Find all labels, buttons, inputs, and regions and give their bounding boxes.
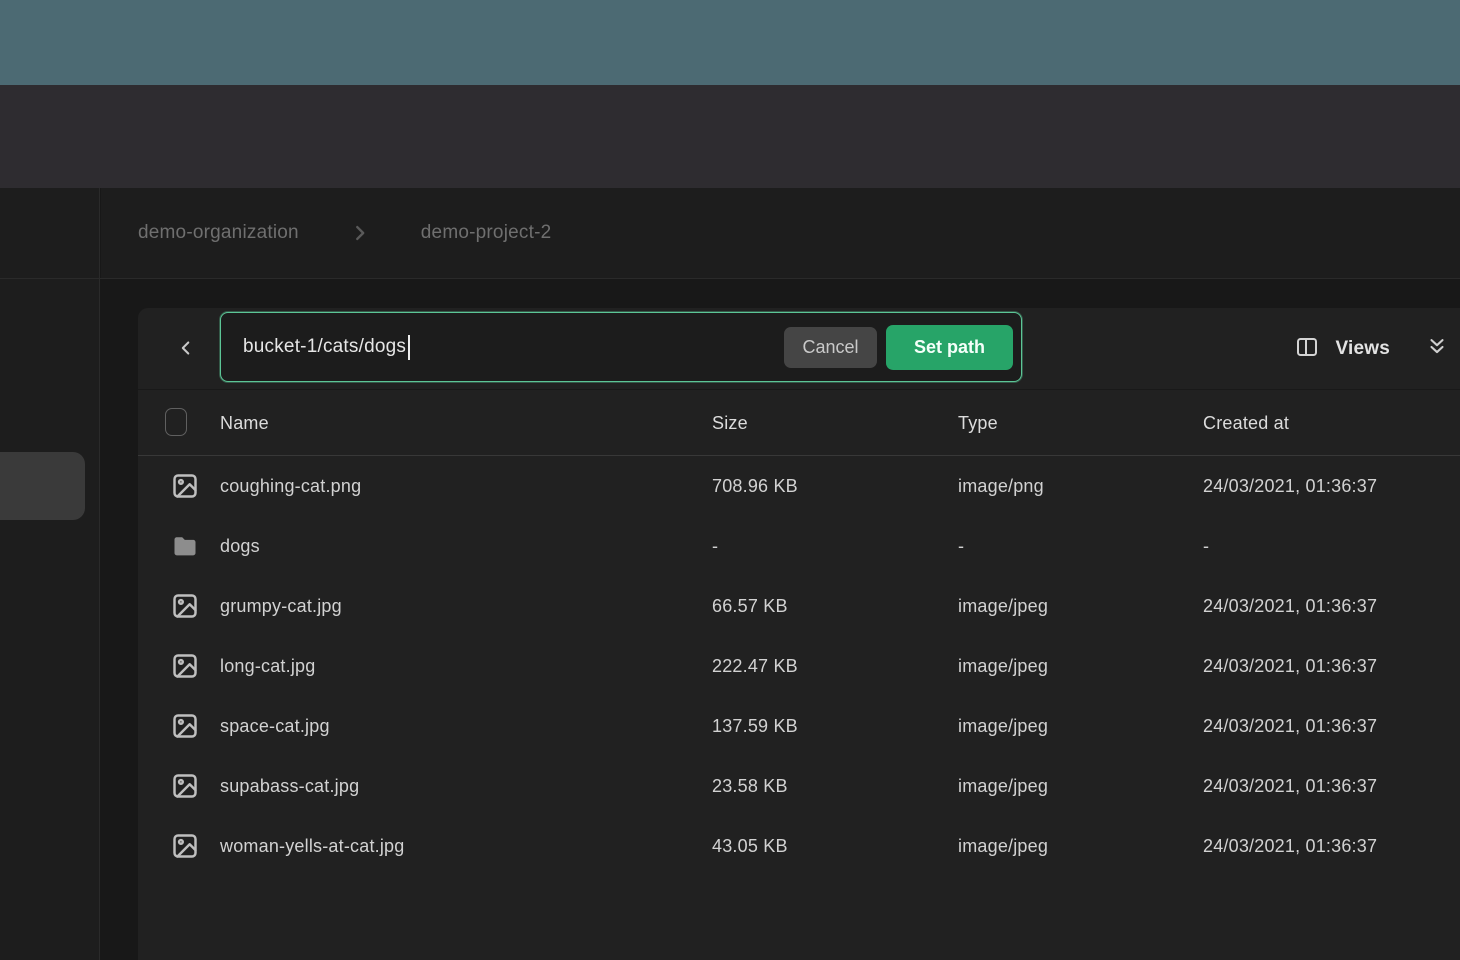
image-icon	[169, 830, 201, 862]
screen: demo-organization demo-project-2 bucket-…	[0, 0, 1460, 960]
file-size: 137.59 KB	[712, 696, 798, 756]
file-created-at: 24/03/2021, 01:36:37	[1203, 456, 1377, 516]
file-size: 43.05 KB	[712, 816, 788, 876]
sidebar-item-highlight[interactable]	[0, 452, 85, 520]
path-input[interactable]: bucket-1/cats/dogs Cancel Set path	[220, 312, 1022, 382]
header-name: Name	[220, 390, 269, 456]
table-header: Name Size Type Created at	[138, 390, 1460, 456]
chevron-right-icon	[349, 222, 371, 244]
file-created-at: 24/03/2021, 01:36:37	[1203, 756, 1377, 816]
views-button[interactable]: Views	[1295, 308, 1390, 390]
select-all-checkbox[interactable]	[165, 408, 187, 436]
views-label: Views	[1335, 338, 1390, 360]
file-name: woman-yells-at-cat.jpg	[220, 816, 404, 876]
header-type: Type	[958, 390, 998, 456]
breadcrumb-org[interactable]: demo-organization	[138, 222, 299, 244]
text-caret	[408, 335, 410, 360]
sidebar	[0, 188, 100, 960]
file-name: grumpy-cat.jpg	[220, 576, 342, 636]
file-size: -	[712, 516, 718, 576]
file-created-at: -	[1203, 516, 1209, 576]
file-size: 66.57 KB	[712, 576, 788, 636]
header-size: Size	[712, 390, 748, 456]
table-row[interactable]: coughing-cat.png 708.96 KB image/png 24/…	[138, 456, 1460, 516]
image-icon	[169, 650, 201, 682]
explorer-toolbar: bucket-1/cats/dogs Cancel Set path Views	[138, 308, 1460, 390]
file-type: image/jpeg	[958, 696, 1048, 756]
table-row[interactable]: woman-yells-at-cat.jpg 43.05 KB image/jp…	[138, 816, 1460, 876]
table-row[interactable]: long-cat.jpg 222.47 KB image/jpeg 24/03/…	[138, 636, 1460, 696]
image-icon	[169, 770, 201, 802]
divider-line	[0, 278, 1460, 279]
image-icon	[169, 710, 201, 742]
table-body: coughing-cat.png 708.96 KB image/png 24/…	[138, 456, 1460, 876]
file-explorer-panel: bucket-1/cats/dogs Cancel Set path Views	[138, 308, 1460, 960]
breadcrumb-project[interactable]: demo-project-2	[421, 222, 552, 244]
back-button[interactable]	[166, 330, 206, 370]
cancel-button[interactable]: Cancel	[784, 327, 877, 368]
breadcrumb: demo-organization demo-project-2	[101, 188, 1460, 278]
table-row[interactable]: grumpy-cat.jpg 66.57 KB image/jpeg 24/03…	[138, 576, 1460, 636]
file-created-at: 24/03/2021, 01:36:37	[1203, 636, 1377, 696]
file-name: long-cat.jpg	[220, 636, 315, 696]
file-size: 708.96 KB	[712, 456, 798, 516]
file-name: space-cat.jpg	[220, 696, 330, 756]
file-type: image/jpeg	[958, 756, 1048, 816]
file-type: image/jpeg	[958, 576, 1048, 636]
file-created-at: 24/03/2021, 01:36:37	[1203, 816, 1377, 876]
header-created-at: Created at	[1203, 390, 1289, 456]
chevrons-down-icon	[1426, 336, 1448, 363]
table-row[interactable]: supabass-cat.jpg 23.58 KB image/jpeg 24/…	[138, 756, 1460, 816]
file-type: image/png	[958, 456, 1044, 516]
table-row[interactable]: dogs - - -	[138, 516, 1460, 576]
app-area: demo-organization demo-project-2 bucket-…	[0, 188, 1460, 960]
folder-name: dogs	[220, 516, 260, 576]
file-type: image/jpeg	[958, 636, 1048, 696]
file-size: 23.58 KB	[712, 756, 788, 816]
folder-icon	[169, 530, 201, 562]
chevron-left-icon	[175, 337, 197, 364]
file-created-at: 24/03/2021, 01:36:37	[1203, 576, 1377, 636]
image-icon	[169, 590, 201, 622]
file-name: supabass-cat.jpg	[220, 756, 359, 816]
expand-panel-button[interactable]	[1418, 330, 1456, 368]
top-band	[0, 0, 1460, 85]
columns-icon	[1295, 335, 1319, 364]
window-chrome-band	[0, 85, 1460, 188]
set-path-button[interactable]: Set path	[886, 325, 1013, 370]
image-icon	[169, 470, 201, 502]
file-name: coughing-cat.png	[220, 456, 361, 516]
file-size: 222.47 KB	[712, 636, 798, 696]
file-type: image/jpeg	[958, 816, 1048, 876]
file-type: -	[958, 516, 964, 576]
file-created-at: 24/03/2021, 01:36:37	[1203, 696, 1377, 756]
table-row[interactable]: space-cat.jpg 137.59 KB image/jpeg 24/03…	[138, 696, 1460, 756]
path-input-value: bucket-1/cats/dogs	[243, 336, 406, 358]
